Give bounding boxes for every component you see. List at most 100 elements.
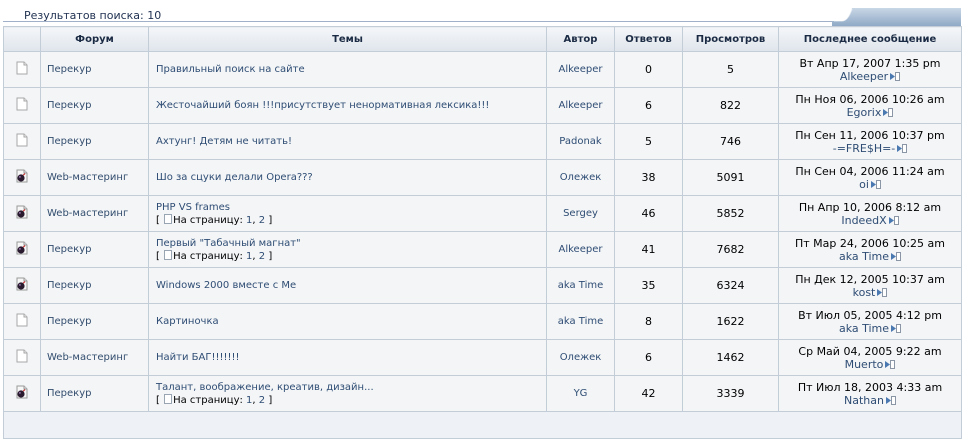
folder-icon — [15, 349, 29, 366]
last-post-date: Пн Ноя 06, 2006 10:26 am — [795, 92, 945, 106]
goto-last-post-icon[interactable] — [897, 143, 908, 153]
forum-link[interactable]: Перекур — [47, 280, 91, 291]
forum-cell: Web-мастеринг — [40, 159, 149, 196]
forum-link[interactable]: Web-мастеринг — [47, 352, 128, 363]
last-post-user-link[interactable]: kost — [853, 286, 876, 299]
search-results-header: Результатов поиска: 10 — [3, 4, 961, 22]
replies-count: 41 — [614, 231, 683, 268]
forum-cell: Перекур — [40, 87, 149, 124]
topic-link[interactable]: Первый "Табачный магнат" — [156, 238, 301, 249]
topic-link[interactable]: Ахтунг! Детям не читать! — [156, 136, 292, 147]
goto-last-post-icon[interactable] — [885, 359, 896, 369]
topic-status-cell — [3, 267, 41, 304]
last-post-user-link[interactable]: oi — [859, 178, 869, 191]
page-link-2[interactable]: 2 — [259, 395, 265, 406]
views-count: 1462 — [682, 339, 779, 376]
last-post-date: Вт Июл 05, 2005 4:12 pm — [798, 308, 942, 322]
pages-icon — [164, 393, 173, 404]
forum-link[interactable]: Перекур — [47, 64, 91, 75]
search-results-table: Форум Темы Автор Ответов Просмотров Посл… — [3, 26, 962, 439]
topic-status-cell — [3, 339, 41, 376]
last-post-user-link[interactable]: Egorix — [847, 106, 882, 119]
forum-link[interactable]: Перекур — [47, 244, 91, 255]
replies-count: 38 — [614, 159, 683, 196]
replies-count: 42 — [614, 375, 683, 412]
topic-link[interactable]: Шо за сцуки делали Opera??? — [156, 172, 313, 183]
last-post-cell: Пт Июл 18, 2003 4:33 am Nathan — [778, 375, 962, 412]
folder-icon — [15, 97, 29, 114]
forum-link[interactable]: Перекур — [47, 388, 91, 399]
last-post-user-link[interactable]: Muerto — [845, 358, 884, 371]
topic-link[interactable]: Картиночка — [156, 316, 219, 327]
forum-link[interactable]: Web-мастеринг — [47, 172, 128, 183]
topic-status-cell — [3, 87, 41, 124]
topic-link[interactable]: Талант, воображение, креатив, дизайн... — [156, 382, 374, 393]
goto-last-post-icon[interactable] — [891, 323, 902, 333]
goto-last-post-icon[interactable] — [890, 71, 901, 81]
author-link[interactable]: aka Time — [558, 316, 604, 327]
last-post-date: Пн Дек 12, 2005 10:37 am — [795, 272, 945, 286]
author-cell: Alkeeper — [546, 87, 615, 124]
topic-link[interactable]: Жесточайший боян !!!присутствует ненорма… — [156, 100, 489, 111]
topic-link[interactable]: Windows 2000 вместе с Me — [156, 280, 296, 291]
topic-status-cell — [3, 195, 41, 232]
views-count: 746 — [682, 123, 779, 160]
last-post-user-link[interactable]: IndeedX — [841, 214, 886, 227]
author-link[interactable]: Sergey — [563, 208, 598, 219]
goto-last-post-icon[interactable] — [885, 395, 896, 405]
author-cell: Олежек — [546, 339, 615, 376]
last-post-user-link[interactable]: aka Time — [839, 250, 889, 263]
goto-last-post-icon[interactable] — [877, 287, 888, 297]
author-cell: Alkeeper — [546, 51, 615, 88]
last-post-user-link[interactable]: aka Time — [839, 322, 889, 335]
author-link[interactable]: Олежек — [560, 352, 602, 363]
last-post-cell: Пн Сен 04, 2006 11:24 am oi — [778, 159, 962, 196]
page-link-1[interactable]: 1 — [246, 215, 252, 226]
views-count: 6324 — [682, 267, 779, 304]
page-link-2[interactable]: 2 — [259, 215, 265, 226]
author-link[interactable]: Alkeeper — [559, 100, 603, 111]
topic-status-cell — [3, 159, 41, 196]
topic-cell: PHP VS frames[ На страницу: 1, 2 ] — [148, 195, 547, 232]
forum-link[interactable]: Перекур — [47, 100, 91, 111]
author-link[interactable]: Padonak — [559, 136, 601, 147]
forum-link[interactable]: Перекур — [47, 136, 91, 147]
page-link-1[interactable]: 1 — [246, 395, 252, 406]
page-link-1[interactable]: 1 — [246, 251, 252, 262]
goto-last-post-icon[interactable] — [870, 179, 881, 189]
last-post-user-link[interactable]: -=FRE$H=- — [833, 142, 896, 155]
goto-last-post-icon[interactable] — [891, 251, 902, 261]
replies-count: 6 — [614, 87, 683, 124]
topic-pages: [ На страницу: 1, 2 ] — [156, 249, 273, 262]
topic-status-cell — [3, 123, 41, 160]
forum-link[interactable]: Web-мастеринг — [47, 208, 128, 219]
topic-link[interactable]: Правильный поиск на сайте — [156, 64, 305, 75]
last-post-cell: Пн Апр 10, 2006 8:12 am IndeedX — [778, 195, 962, 232]
views-count: 1622 — [682, 303, 779, 340]
goto-last-post-icon[interactable] — [888, 215, 899, 225]
topic-cell: Первый "Табачный магнат"[ На страницу: 1… — [148, 231, 547, 268]
forum-link[interactable]: Перекур — [47, 316, 91, 327]
hot-folder-icon — [15, 169, 29, 186]
last-post-cell: Вт Июл 05, 2005 4:12 pm aka Time — [778, 303, 962, 340]
last-post-date: Пн Апр 10, 2006 8:12 am — [798, 200, 942, 214]
topic-link[interactable]: Найти БАГ!!!!!!! — [156, 352, 240, 363]
table-row: Перекур Первый "Табачный магнат"[ На стра… — [3, 231, 962, 268]
last-post-user-link[interactable]: Alkeeper — [840, 70, 888, 83]
topic-link[interactable]: PHP VS frames — [156, 202, 230, 213]
topic-cell: Ахтунг! Детям не читать! — [148, 123, 547, 160]
author-link[interactable]: YG — [574, 388, 588, 399]
last-post-user-link[interactable]: Nathan — [844, 394, 884, 407]
goto-last-post-icon[interactable] — [883, 107, 894, 117]
topic-status-cell — [3, 51, 41, 88]
author-link[interactable]: Alkeeper — [559, 244, 603, 255]
author-link[interactable]: Alkeeper — [559, 64, 603, 75]
forum-cell: Перекур — [40, 303, 149, 340]
topic-pages: [ На страницу: 1, 2 ] — [156, 393, 273, 406]
author-link[interactable]: Олежек — [560, 172, 602, 183]
author-link[interactable]: aka Time — [558, 280, 604, 291]
last-post-date: Пт Июл 18, 2003 4:33 am — [797, 380, 943, 394]
views-count: 5091 — [682, 159, 779, 196]
page-link-2[interactable]: 2 — [259, 251, 265, 262]
topic-cell: Найти БАГ!!!!!!! — [148, 339, 547, 376]
